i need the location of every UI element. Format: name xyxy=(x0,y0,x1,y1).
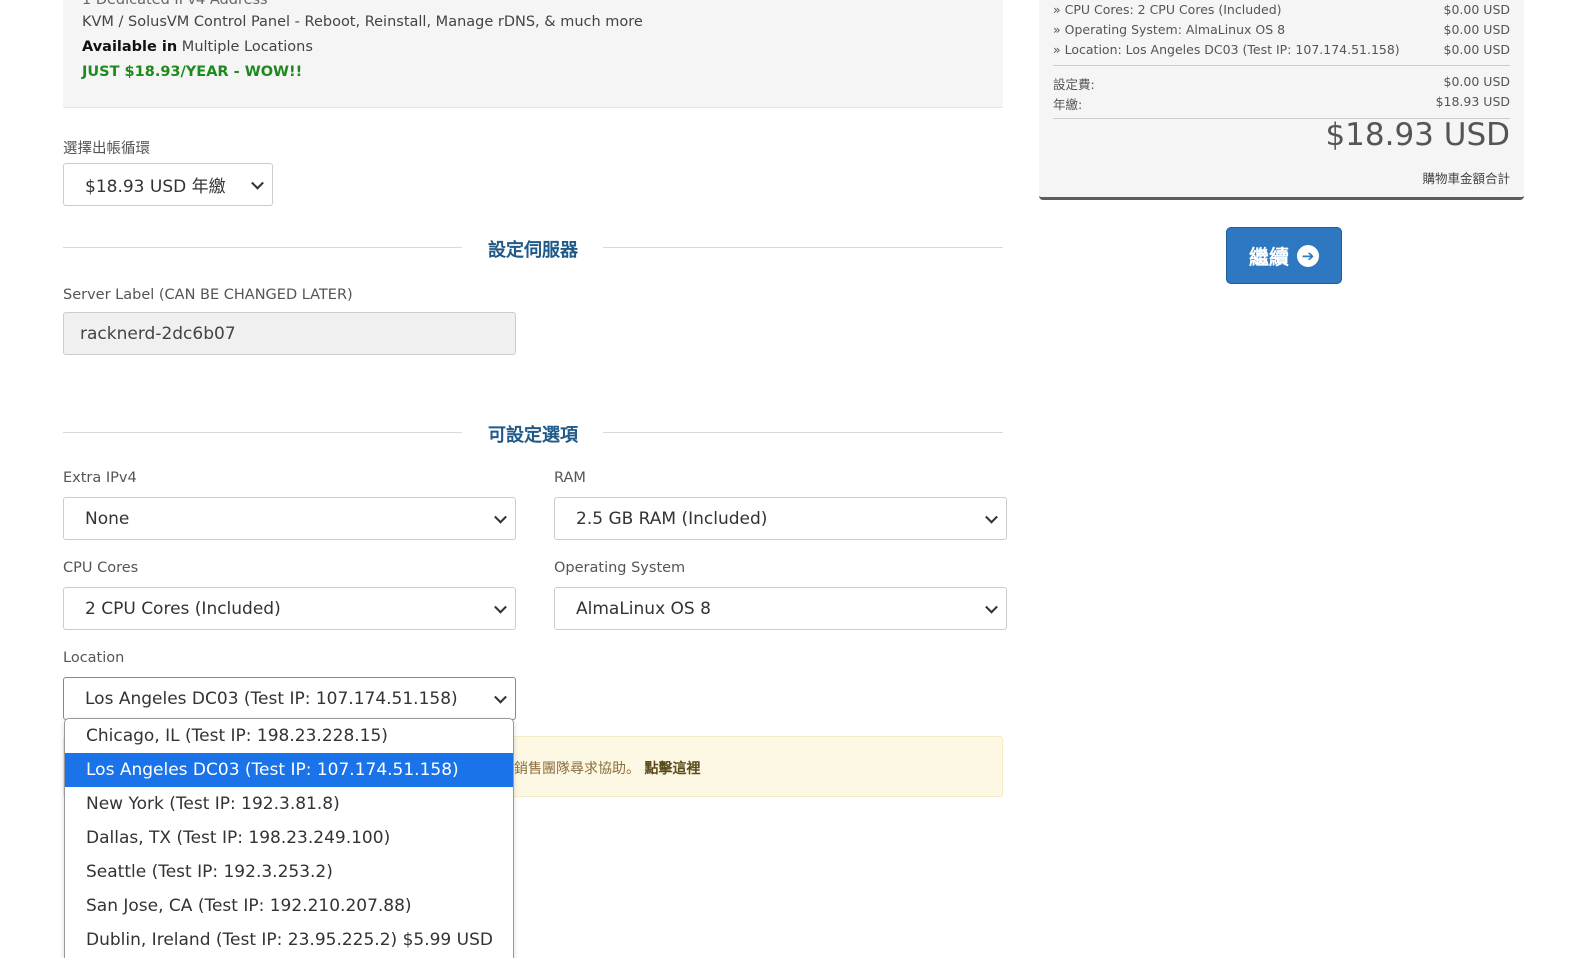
annual-label: 年繳: xyxy=(1053,97,1083,112)
continue-button[interactable]: 繼續 ➔ xyxy=(1226,227,1342,284)
location-dropdown-list[interactable]: Chicago, IL (Test IP: 198.23.228.15) Los… xyxy=(64,718,514,958)
order-summary-panel: » CPU Cores: 2 CPU Cores (Included) $0.0… xyxy=(1039,0,1524,200)
location-option[interactable]: Dallas, TX (Test IP: 198.23.249.100) xyxy=(65,821,513,855)
cpu-cores-select[interactable]: 2 CPU Cores (Included) xyxy=(63,587,516,630)
extra-ipv4-select[interactable]: None xyxy=(63,497,516,540)
product-info-panel: 1 Dedicated IPv4 Address KVM / SolusVM C… xyxy=(63,0,1003,108)
summary-item-label: » CPU Cores: 2 CPU Cores (Included) xyxy=(1053,2,1282,17)
location-select[interactable]: Los Angeles DC03 (Test IP: 107.174.51.15… xyxy=(63,677,516,720)
chevron-down-icon xyxy=(494,690,507,704)
location-option[interactable]: New York (Test IP: 192.3.81.8) xyxy=(65,787,513,821)
cpu-cores-label: CPU Cores xyxy=(63,560,139,576)
location-option[interactable]: Chicago, IL (Test IP: 198.23.228.15) xyxy=(65,719,513,753)
product-feature-locations: Available in Multiple Locations xyxy=(82,39,313,55)
available-value: Multiple Locations xyxy=(177,39,313,55)
summary-item-label: » Location: Los Angeles DC03 (Test IP: 1… xyxy=(1053,42,1400,57)
chevron-down-icon xyxy=(494,600,507,614)
chevron-down-icon xyxy=(985,510,998,524)
extra-ipv4-value: None xyxy=(85,508,130,529)
continue-button-label: 繼續 xyxy=(1249,245,1289,269)
ram-value: 2.5 GB RAM (Included) xyxy=(576,508,768,529)
chevron-down-icon xyxy=(251,176,264,190)
divider xyxy=(603,432,1003,433)
annual-price: $18.93 USD xyxy=(1435,94,1510,109)
location-label: Location xyxy=(63,650,125,666)
product-feature-ipv4: 1 Dedicated IPv4 Address xyxy=(82,0,268,8)
alert-link[interactable]: 點擊這裡 xyxy=(644,761,700,777)
location-option[interactable]: San Jose, CA (Test IP: 192.210.207.88) xyxy=(65,889,513,923)
cart-total-price: $18.93 USD xyxy=(1325,117,1510,153)
alert-text: 的銷售團隊尋求協助。 點擊這裡 xyxy=(500,758,700,778)
operating-system-select[interactable]: AlmaLinux OS 8 xyxy=(554,587,1007,630)
location-value: Los Angeles DC03 (Test IP: 107.174.51.15… xyxy=(85,688,458,709)
summary-item-price: $0.00 USD xyxy=(1443,42,1510,57)
product-feature-control-panel: KVM / SolusVM Control Panel - Reboot, Re… xyxy=(82,14,643,30)
configurable-options-heading: 可設定選項 xyxy=(63,421,1003,446)
section-title: 設定伺服器 xyxy=(488,240,578,261)
configure-server-heading: 設定伺服器 xyxy=(63,236,1003,261)
summary-item-price: $0.00 USD xyxy=(1443,2,1510,17)
billing-cycle-value: $18.93 USD 年繳 xyxy=(85,177,226,197)
extra-ipv4-label: Extra IPv4 xyxy=(63,470,137,486)
chevron-down-icon xyxy=(494,510,507,524)
setup-fee-label: 設定費: xyxy=(1053,77,1095,92)
server-label-value: racknerd-2dc6b07 xyxy=(80,323,236,344)
section-title: 可設定選項 xyxy=(488,425,578,446)
server-label-field-label: Server Label (CAN BE CHANGED LATER) xyxy=(63,287,353,303)
location-option[interactable]: Seattle (Test IP: 192.3.253.2) xyxy=(65,855,513,889)
operating-system-value: AlmaLinux OS 8 xyxy=(576,598,711,619)
available-label: Available in xyxy=(82,39,178,55)
summary-item-label: » Operating System: AlmaLinux OS 8 xyxy=(1053,22,1286,37)
chevron-down-icon xyxy=(985,600,998,614)
divider xyxy=(603,247,1003,248)
product-promo: JUST $18.93/YEAR - WOW!! xyxy=(82,64,303,80)
setup-fee-price: $0.00 USD xyxy=(1443,74,1510,89)
billing-cycle-select[interactable]: $18.93 USD 年繳 xyxy=(63,163,273,206)
arrow-circle-right-icon: ➔ xyxy=(1297,244,1319,267)
cpu-cores-value: 2 CPU Cores (Included) xyxy=(85,598,281,619)
cart-total-label: 購物車金額合計 xyxy=(1422,171,1510,186)
billing-cycle-label: 選擇出帳循環 xyxy=(63,141,150,157)
ram-select[interactable]: 2.5 GB RAM (Included) xyxy=(554,497,1007,540)
server-label-input[interactable]: racknerd-2dc6b07 xyxy=(63,312,516,355)
summary-item-price: $0.00 USD xyxy=(1443,22,1510,37)
summary-divider xyxy=(1053,65,1510,66)
alert-message: 的銷售團隊尋求協助。 xyxy=(500,761,640,777)
location-option-selected[interactable]: Los Angeles DC03 (Test IP: 107.174.51.15… xyxy=(65,753,513,787)
operating-system-label: Operating System xyxy=(554,560,686,576)
ram-label: RAM xyxy=(554,470,586,486)
